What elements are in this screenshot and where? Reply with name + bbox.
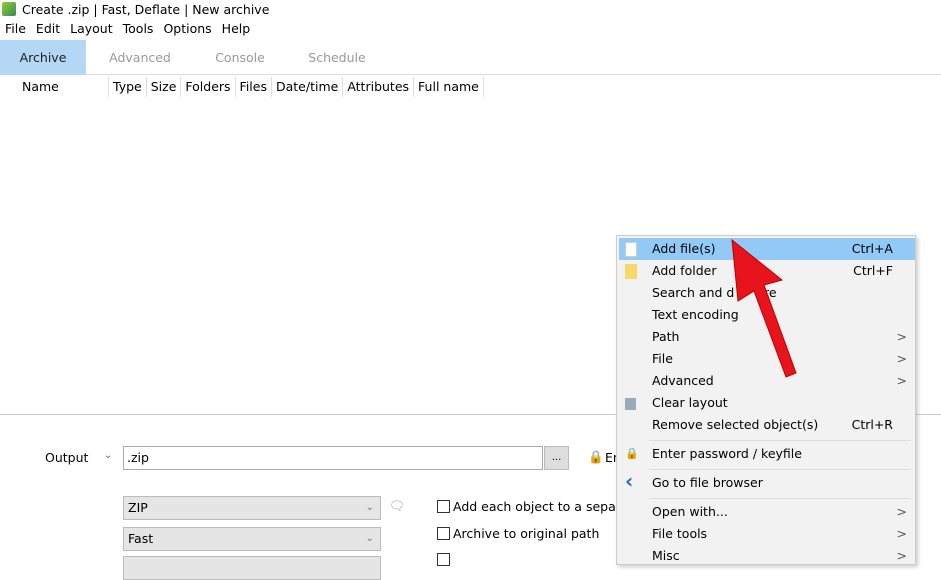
item-label: Open with... bbox=[652, 504, 728, 519]
menu-separator bbox=[649, 440, 911, 441]
checkbox[interactable] bbox=[437, 527, 450, 540]
option-separate-archive[interactable]: Add each object to a separa bbox=[437, 499, 629, 514]
item-label: Misc bbox=[652, 548, 680, 563]
menu-item-misc[interactable]: Misc > bbox=[619, 545, 915, 567]
format-select[interactable]: ZIP ⌄ bbox=[123, 496, 381, 520]
menu-layout[interactable]: Layout bbox=[65, 20, 118, 38]
item-label: Advanced bbox=[652, 373, 714, 388]
menu-bar: File Edit Layout Tools Options Help bbox=[0, 20, 255, 38]
output-label: Output bbox=[45, 450, 89, 465]
item-label: File bbox=[652, 351, 673, 366]
menu-file[interactable]: File bbox=[0, 20, 31, 38]
menu-help[interactable]: Help bbox=[217, 20, 256, 38]
tab-bar: Archive Advanced Console Schedule bbox=[0, 40, 941, 75]
menu-item-remove-selected[interactable]: Remove selected object(s) Ctrl+R bbox=[619, 414, 915, 436]
item-label: Add file(s) bbox=[652, 241, 716, 256]
back-arrow-icon: ‹ bbox=[625, 469, 634, 493]
menu-item-file-tools[interactable]: File tools > bbox=[619, 523, 915, 545]
item-label: File tools bbox=[652, 526, 708, 541]
chevron-down-icon: ⌄ bbox=[365, 533, 374, 544]
column-attributes[interactable]: Attributes bbox=[343, 77, 415, 97]
tab-console[interactable]: Console bbox=[200, 40, 280, 75]
menu-edit[interactable]: Edit bbox=[31, 20, 65, 38]
menu-item-open-with[interactable]: Open with... > bbox=[619, 501, 915, 523]
method-select[interactable] bbox=[123, 556, 381, 580]
file-list-header: Name Type Size Folders Files Date/time A… bbox=[16, 77, 484, 97]
item-label: Add folder bbox=[652, 263, 717, 278]
column-datetime[interactable]: Date/time bbox=[272, 77, 344, 97]
chevron-right-icon: > bbox=[896, 373, 907, 388]
output-dropdown-icon[interactable]: ⌄ bbox=[104, 450, 112, 461]
tab-archive[interactable]: Archive bbox=[0, 40, 86, 75]
menu-options[interactable]: Options bbox=[158, 20, 216, 38]
column-size[interactable]: Size bbox=[147, 77, 182, 97]
column-type[interactable]: Type bbox=[109, 77, 147, 97]
menu-item-clear-layout[interactable]: Clear layout bbox=[619, 392, 915, 414]
output-path-input[interactable]: .zip bbox=[123, 446, 543, 470]
title-bar: Create .zip | Fast, Deflate | New archiv… bbox=[0, 0, 269, 18]
checkbox[interactable] bbox=[437, 553, 450, 566]
level-select[interactable]: Fast ⌄ bbox=[123, 527, 381, 551]
menu-separator bbox=[649, 469, 911, 470]
item-shortcut: Ctrl+F bbox=[853, 263, 893, 278]
column-name[interactable]: Name bbox=[16, 77, 109, 97]
chevron-right-icon: > bbox=[896, 329, 907, 344]
format-value: ZIP bbox=[128, 500, 148, 515]
option-checkbox-3[interactable] bbox=[437, 553, 450, 566]
annotation-arrow-icon bbox=[731, 238, 797, 378]
chevron-right-icon: > bbox=[896, 351, 907, 366]
browse-button[interactable]: ... bbox=[544, 446, 569, 470]
file-icon bbox=[625, 242, 637, 257]
option-label: Archive to original path bbox=[453, 526, 600, 541]
menu-item-enter-password[interactable]: 🔒 Enter password / keyfile bbox=[619, 443, 915, 465]
checkbox[interactable] bbox=[437, 500, 450, 513]
column-fullname[interactable]: Full name bbox=[414, 77, 484, 97]
column-folders[interactable]: Folders bbox=[181, 77, 236, 97]
chevron-right-icon: > bbox=[896, 548, 907, 563]
tab-schedule[interactable]: Schedule bbox=[296, 40, 378, 75]
app-logo-icon bbox=[2, 2, 16, 16]
option-original-path[interactable]: Archive to original path bbox=[437, 526, 599, 541]
item-label: Go to file browser bbox=[652, 475, 763, 490]
item-label: Enter password / keyfile bbox=[652, 446, 802, 461]
folder-icon bbox=[625, 264, 637, 279]
level-value: Fast bbox=[128, 531, 154, 546]
column-files[interactable]: Files bbox=[236, 77, 272, 97]
chevron-down-icon: ⌄ bbox=[365, 502, 374, 513]
format-info-icon[interactable]: 🗨 bbox=[389, 498, 405, 514]
menu-item-go-to-file-browser[interactable]: ‹ Go to file browser bbox=[619, 469, 915, 494]
item-label: Clear layout bbox=[652, 395, 728, 410]
chevron-right-icon: > bbox=[896, 526, 907, 541]
menu-separator bbox=[649, 498, 911, 499]
item-shortcut: Ctrl+R bbox=[851, 417, 893, 432]
window-title: Create .zip | Fast, Deflate | New archiv… bbox=[22, 1, 270, 17]
recycle-bin-icon bbox=[625, 398, 636, 410]
lock-icon: 🔒 bbox=[625, 447, 639, 460]
menu-tools[interactable]: Tools bbox=[118, 20, 159, 38]
item-shortcut: Ctrl+A bbox=[851, 241, 893, 256]
item-label: Remove selected object(s) bbox=[652, 417, 819, 432]
chevron-right-icon: > bbox=[896, 504, 907, 519]
tab-advanced[interactable]: Advanced bbox=[96, 40, 184, 75]
item-label: Path bbox=[652, 329, 680, 344]
option-label: Add each object to a separa bbox=[453, 499, 629, 514]
lock-icon: 🔒 bbox=[588, 449, 604, 464]
